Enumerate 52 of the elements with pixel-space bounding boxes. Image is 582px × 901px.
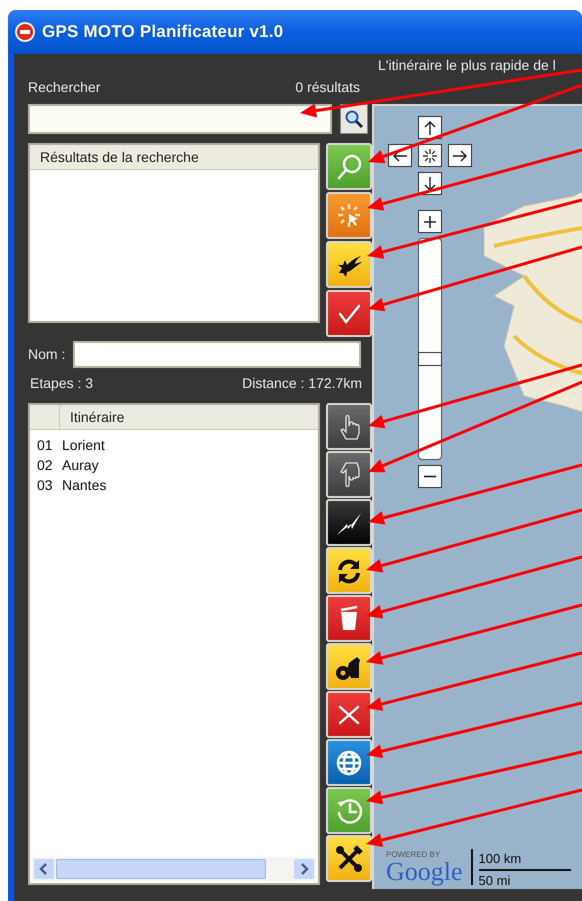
arrow-right-icon bbox=[452, 148, 468, 162]
step-number: 03 bbox=[36, 476, 54, 494]
lightning-button[interactable] bbox=[326, 499, 372, 546]
minus-icon bbox=[423, 475, 437, 478]
scale-metric: 100 km bbox=[478, 849, 571, 870]
delete-button[interactable] bbox=[326, 691, 372, 738]
pan-up-button[interactable] bbox=[418, 116, 442, 139]
zoom-slider-thumb[interactable] bbox=[418, 352, 442, 366]
column-header: Itinéraire bbox=[69, 408, 124, 426]
tools-icon bbox=[333, 842, 365, 874]
scale-imperial: 50 mi bbox=[478, 872, 512, 889]
center-icon bbox=[422, 148, 438, 164]
attribution-prefix: POWERED BY bbox=[386, 851, 442, 859]
arrow-down-icon bbox=[423, 176, 437, 192]
search-label: Rechercher bbox=[28, 78, 100, 96]
center-button[interactable] bbox=[418, 144, 442, 167]
scroll-right-icon[interactable] bbox=[294, 859, 314, 879]
search-icon bbox=[344, 109, 364, 129]
hand-up-button[interactable] bbox=[326, 403, 372, 450]
scrollbar-thumb[interactable] bbox=[56, 859, 266, 879]
step-place: Nantes bbox=[62, 476, 106, 494]
step-number: 02 bbox=[36, 456, 54, 474]
step-place: Auray bbox=[62, 456, 99, 475]
steps-count: Etapes : 3 bbox=[30, 374, 94, 393]
horizontal-scrollbar[interactable] bbox=[32, 857, 316, 881]
refresh-button[interactable] bbox=[326, 547, 372, 594]
pan-right-button[interactable] bbox=[448, 144, 472, 167]
scroll-left-icon[interactable] bbox=[34, 859, 54, 879]
motorcycle-button[interactable] bbox=[326, 643, 372, 690]
route-caption: L'itinéraire le plus rapide de l bbox=[378, 56, 557, 75]
hand-down-button[interactable] bbox=[326, 451, 372, 498]
zoom-out-button[interactable] bbox=[418, 465, 442, 488]
settings-button[interactable] bbox=[326, 835, 372, 882]
flame-tool-button[interactable] bbox=[326, 241, 372, 288]
result-count: 0 résultats bbox=[295, 78, 360, 96]
window-title: GPS MOTO Planificateur v1.0 bbox=[42, 21, 284, 44]
arrow-up-icon bbox=[423, 120, 437, 136]
search-tool-button[interactable] bbox=[326, 143, 372, 190]
name-label: Nom : bbox=[28, 345, 66, 364]
zoom-slider-track[interactable] bbox=[418, 238, 442, 460]
zoom-in-button[interactable] bbox=[418, 210, 442, 233]
search-button[interactable] bbox=[340, 104, 368, 134]
list-header: Résultats de la recherche bbox=[30, 145, 318, 170]
route-distance: Distance : 172.7km bbox=[242, 374, 362, 392]
globe-button[interactable] bbox=[326, 739, 372, 786]
search-field[interactable] bbox=[28, 104, 332, 134]
step-number: 01 bbox=[36, 436, 54, 454]
plus-icon bbox=[423, 214, 437, 228]
trash-button[interactable] bbox=[326, 595, 372, 642]
step-place: Lorient bbox=[62, 436, 105, 454]
validate-button[interactable] bbox=[326, 290, 372, 337]
name-field[interactable] bbox=[73, 341, 362, 368]
